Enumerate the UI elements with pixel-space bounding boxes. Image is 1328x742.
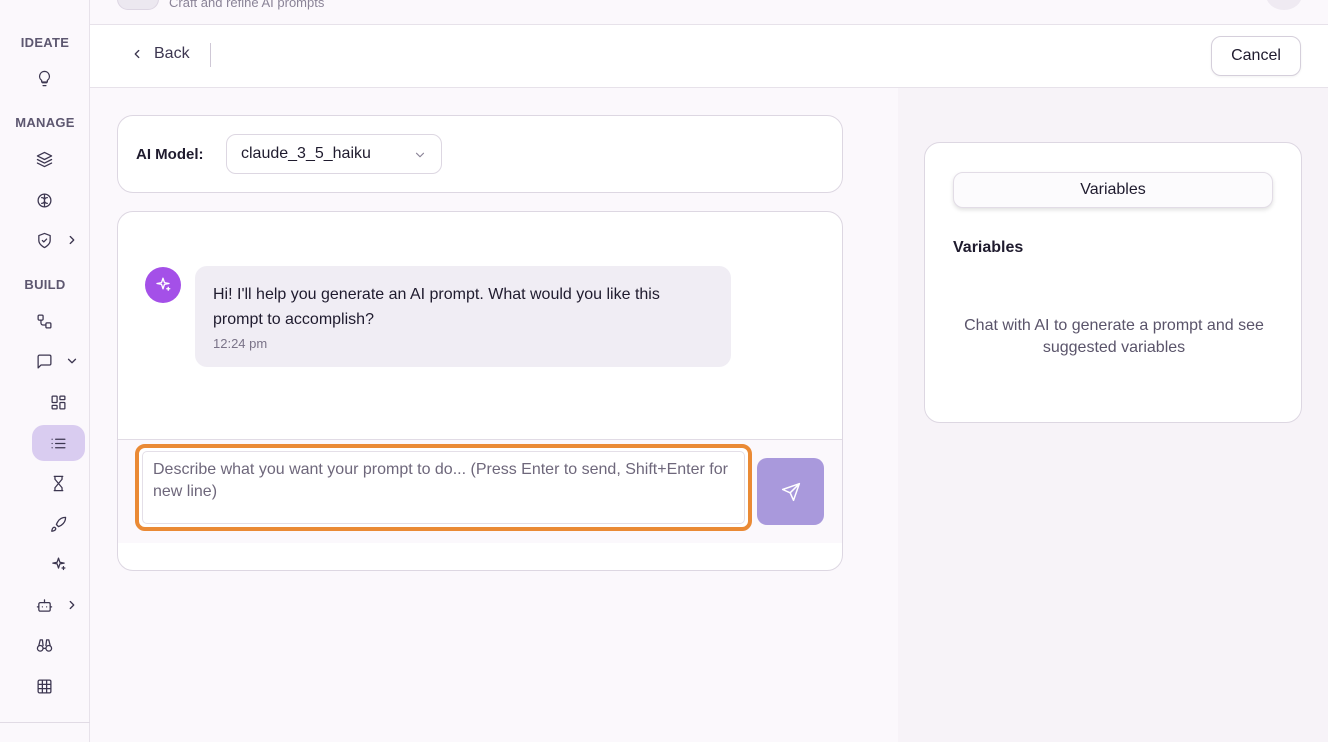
send-icon — [781, 482, 800, 501]
message-square-icon[interactable] — [31, 348, 57, 374]
prompt-input-highlight — [135, 444, 752, 531]
prompt-input[interactable] — [142, 451, 745, 524]
variables-card: Variables Variables Chat with AI to gene… — [924, 142, 1302, 423]
sparkles-icon — [156, 277, 171, 291]
layers-icon[interactable] — [31, 146, 57, 172]
cancel-button[interactable]: Cancel — [1211, 36, 1301, 76]
chat-card: Hi! I'll help you generate an AI prompt.… — [117, 211, 843, 571]
message-text: Hi! I'll help you generate an AI prompt.… — [213, 286, 660, 328]
message-timestamp: 12:24 pm — [213, 336, 268, 351]
section-ideate: IDEATE — [20, 35, 70, 50]
variables-empty-state: Chat with AI to generate a prompt and se… — [964, 317, 1264, 356]
workflow-icon[interactable] — [31, 308, 57, 334]
bot-icon[interactable] — [31, 592, 57, 618]
page-subtitle: Craft and refine AI prompts — [169, 0, 325, 10]
tab-variables[interactable]: Variables — [953, 172, 1273, 208]
back-button-label: Back — [154, 45, 190, 62]
brain-icon[interactable] — [31, 187, 57, 213]
topbar: Craft and refine AI prompts — [90, 0, 1328, 25]
hourglass-icon[interactable] — [45, 470, 71, 496]
assistant-avatar — [145, 267, 181, 303]
variables-heading: Variables — [953, 239, 1024, 256]
sidebar: IDEATE MANAGE BUILD — [0, 0, 90, 742]
page-header: Back Cancel — [90, 25, 1328, 88]
section-manage: MANAGE — [15, 115, 75, 130]
model-card: AI Model: claude_3_5_haiku — [117, 115, 843, 193]
layout-grid-icon[interactable] — [45, 389, 71, 415]
chat-composer — [118, 439, 842, 543]
shield-check-icon[interactable] — [31, 227, 57, 253]
section-build: BUILD — [24, 277, 66, 292]
sparkles-icon[interactable] — [45, 551, 71, 577]
back-button[interactable]: Back — [130, 45, 190, 63]
chevron-down-icon — [415, 152, 425, 158]
list-icon[interactable] — [45, 430, 71, 456]
sidebar-divider — [0, 722, 90, 723]
avatar[interactable] — [1266, 0, 1302, 10]
chevron-right-icon[interactable] — [65, 233, 79, 247]
chevron-right-icon[interactable] — [65, 598, 79, 612]
chevron-down-icon[interactable] — [65, 354, 79, 368]
table-icon[interactable] — [31, 673, 57, 699]
message-bubble: Hi! I'll help you generate an AI prompt.… — [195, 266, 731, 367]
header-divider — [210, 43, 211, 67]
lightbulb-icon[interactable] — [31, 65, 57, 91]
model-select-value: claude_3_5_haiku — [241, 145, 371, 162]
app-logo — [117, 0, 159, 10]
chevron-left-icon — [134, 49, 140, 59]
rocket-icon[interactable] — [45, 511, 71, 537]
model-select[interactable]: claude_3_5_haiku — [226, 134, 442, 174]
variables-pane: Variables Variables Chat with AI to gene… — [898, 88, 1328, 742]
model-label: AI Model: — [136, 146, 204, 163]
main-panel: AI Model: claude_3_5_haiku Hi! I'll help… — [90, 88, 898, 742]
binoculars-icon[interactable] — [31, 632, 57, 658]
send-button[interactable] — [757, 458, 824, 525]
